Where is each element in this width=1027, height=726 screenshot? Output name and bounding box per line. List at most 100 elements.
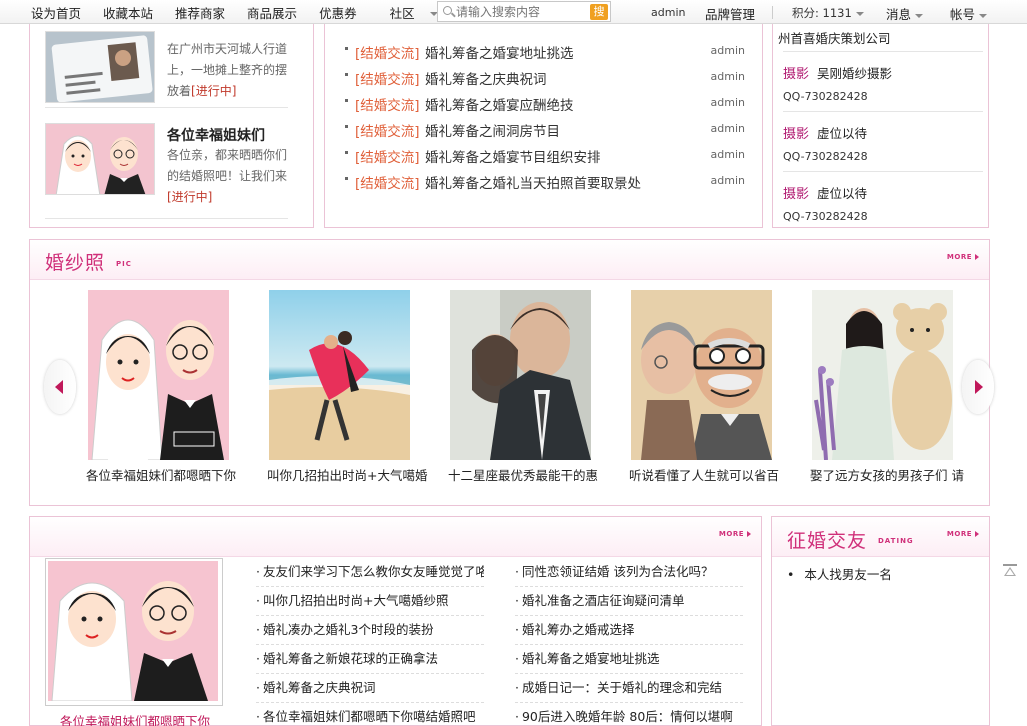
news-item[interactable]: [结婚交流] 婚礼筹备之婚礼当天拍照首要取景处 admin <box>345 169 745 195</box>
news-author[interactable]: admin <box>711 174 745 187</box>
back-to-top-button[interactable] <box>1001 563 1019 579</box>
search-button[interactable]: 搜 <box>590 4 608 20</box>
section-title[interactable]: 征婚交友 <box>787 526 867 553</box>
news-title[interactable]: 婚礼筹备之婚宴应酬绝技 <box>425 94 574 114</box>
nav-bookmark[interactable]: 收藏本站 <box>103 3 153 22</box>
photo-thumbnail[interactable] <box>631 290 772 460</box>
photo-caption[interactable]: 十二星座最优秀最能干的惠 <box>448 465 618 484</box>
more-link[interactable]: MORE <box>719 530 751 538</box>
account-label: 帐号 <box>950 7 976 22</box>
vendor-item[interactable]: 摄影 虚位以待 <box>783 183 867 202</box>
article-link[interactable]: 同性恋领证结婚 该列为合法化吗？ <box>515 558 743 587</box>
points-menu[interactable]: 积分: 1131 <box>792 5 864 21</box>
vendor-item[interactable]: 摄影 虚位以待 <box>783 123 867 142</box>
news-title[interactable]: 婚礼筹备之闹洞房节目 <box>425 120 560 140</box>
search-input[interactable] <box>456 4 586 20</box>
photo-card[interactable]: 听说看懂了人生就可以省百 <box>629 290 779 484</box>
event-thumbnail[interactable] <box>45 31 155 103</box>
article-link[interactable]: 婚礼凑办之婚礼3个时段的装扮 <box>256 616 484 645</box>
event-status[interactable]: [进行中] <box>191 84 236 98</box>
photo-thumbnail[interactable] <box>88 290 229 460</box>
news-item[interactable]: [结婚交流] 婚礼筹备之婚宴地址挑选 admin <box>345 39 745 65</box>
news-category[interactable]: [结婚交流] <box>355 94 420 114</box>
featured-caption[interactable]: 各位幸福姐妹们都嗯晒下你 <box>60 711 210 726</box>
dating-item[interactable]: 本人找男友一名 <box>787 564 892 583</box>
photo-thumbnail[interactable] <box>269 290 410 460</box>
photo-card[interactable]: 娶了远方女孩的男孩子们 请 <box>810 290 964 484</box>
article-link[interactable]: 婚礼筹备之婚宴地址挑选 <box>515 645 743 674</box>
article-link[interactable]: 各位幸福姐妹们都嗯晒下你噶结婚照吧 <box>256 703 484 726</box>
article-link[interactable]: 婚礼筹办之婚戒选择 <box>515 616 743 645</box>
more-link[interactable]: MORE <box>947 530 979 538</box>
section-header: 婚纱照 PIC MORE <box>30 240 989 280</box>
nav-products[interactable]: 商品展示 <box>247 3 297 22</box>
photo-caption[interactable]: 各位幸福姐妹们都嗯晒下你 <box>86 465 256 484</box>
photo-caption[interactable]: 娶了远方女孩的男孩子们 请 <box>810 465 980 484</box>
vendor-tag[interactable]: 摄影 <box>783 67 809 82</box>
article-link[interactable]: 友友们来学习下怎么教你女友睡觉觉了咯 <box>256 558 484 587</box>
news-title[interactable]: 婚礼筹备之婚礼当天拍照首要取景处 <box>425 172 641 192</box>
vendor-item[interactable]: 州首喜婚庆策划公司 <box>778 28 891 47</box>
vendor-name[interactable]: 虚位以待 <box>817 126 867 141</box>
news-title[interactable]: 婚礼筹备之婚宴节目组织安排 <box>425 146 601 166</box>
username[interactable]: admin <box>651 6 685 19</box>
vendor-item[interactable]: 摄影 吴刚婚纱摄影 <box>783 63 892 82</box>
photo-thumbnail[interactable] <box>450 290 591 460</box>
news-item[interactable]: [结婚交流] 婚礼筹备之婚宴节目组织安排 admin <box>345 143 745 169</box>
news-author[interactable]: admin <box>711 44 745 57</box>
nav-coupons[interactable]: 优惠券 <box>319 3 357 22</box>
news-title[interactable]: 婚礼筹备之婚宴地址挑选 <box>425 42 574 62</box>
photo-card[interactable]: 各位幸福姐妹们都嗯晒下你 <box>86 290 236 484</box>
article-link[interactable]: 成婚日记一：关于婚礼的理念和完结 <box>515 674 743 703</box>
article-link[interactable]: 婚礼筹备之庆典祝词 <box>256 674 484 703</box>
vendor-name[interactable]: 州首喜婚庆策划公司 <box>778 31 891 46</box>
photo-caption[interactable]: 听说看懂了人生就可以省百 <box>629 465 799 484</box>
news-author[interactable]: admin <box>711 70 745 83</box>
carousel-next-button[interactable] <box>962 360 994 414</box>
news-category[interactable]: [结婚交流] <box>355 146 420 166</box>
article-link[interactable]: 婚礼筹备之新娘花球的正确拿法 <box>256 645 484 674</box>
news-category[interactable]: [结婚交流] <box>355 42 420 62</box>
photo-card[interactable]: 叫你几招拍出时尚+大气噶婚 <box>267 290 427 484</box>
nav-community[interactable]: 社区 <box>379 3 438 22</box>
news-title[interactable]: 婚礼筹备之庆典祝词 <box>425 68 547 88</box>
vendor-name[interactable]: 虚位以待 <box>817 186 867 201</box>
vendor-qq: QQ-730282428 <box>783 90 868 103</box>
news-category[interactable]: [结婚交流] <box>355 120 420 140</box>
article-link[interactable]: 叫你几招拍出时尚+大气噶婚纱照 <box>256 587 484 616</box>
account-menu[interactable]: 帐号 <box>950 4 988 23</box>
event-status[interactable]: [进行中] <box>167 190 212 204</box>
nav-set-homepage[interactable]: 设为首页 <box>31 3 81 22</box>
more-link[interactable]: MORE <box>947 253 979 261</box>
featured-photo[interactable] <box>45 558 223 706</box>
news-item[interactable]: [结婚交流] 婚礼筹备之闹洞房节目 admin <box>345 117 745 143</box>
vendor-tag[interactable]: 摄影 <box>783 127 809 142</box>
event-thumbnail[interactable] <box>45 123 155 195</box>
section-title[interactable]: 婚纱照 <box>45 248 105 275</box>
news-item[interactable]: [结婚交流] 婚礼筹备之婚宴应酬绝技 admin <box>345 91 745 117</box>
photo-caption[interactable]: 叫你几招拍出时尚+大气噶婚 <box>267 465 437 484</box>
vendor-tag[interactable]: 摄影 <box>783 187 809 202</box>
divider <box>45 107 288 108</box>
photo-card[interactable]: 十二星座最优秀最能干的惠 <box>448 290 598 484</box>
article-link[interactable]: 90后进入晚婚年龄 80后：情何以堪啊 <box>515 703 743 726</box>
event-title[interactable]: 各位幸福姐妹们 <box>167 125 265 145</box>
wedding-photo-section: 婚纱照 PIC MORE 各位幸福姐妹们都嗯晒下你 叫你几招拍出时尚+大气噶婚 … <box>29 239 994 506</box>
vendor-name[interactable]: 吴刚婚纱摄影 <box>817 66 892 81</box>
arrow-up-icon <box>1004 567 1016 576</box>
brand-admin-link[interactable]: 品牌管理 <box>705 4 755 23</box>
carousel-prev-button[interactable] <box>44 360 76 414</box>
news-author[interactable]: admin <box>711 96 745 109</box>
photo-thumbnail[interactable] <box>812 290 953 460</box>
chevron-right-icon <box>975 380 983 394</box>
news-category[interactable]: [结婚交流] <box>355 172 420 192</box>
article-link[interactable]: 婚礼准备之酒店征询疑问清单 <box>515 587 743 616</box>
news-author[interactable]: admin <box>711 148 745 161</box>
divider <box>783 171 983 172</box>
news-author[interactable]: admin <box>711 122 745 135</box>
news-item[interactable]: [结婚交流] 婚礼筹备之庆典祝词 admin <box>345 65 745 91</box>
nav-recommended-merchants[interactable]: 推荐商家 <box>175 3 225 22</box>
news-category[interactable]: [结婚交流] <box>355 68 420 88</box>
chevron-down-icon <box>855 11 864 16</box>
messages-menu[interactable]: 消息 <box>886 4 924 23</box>
